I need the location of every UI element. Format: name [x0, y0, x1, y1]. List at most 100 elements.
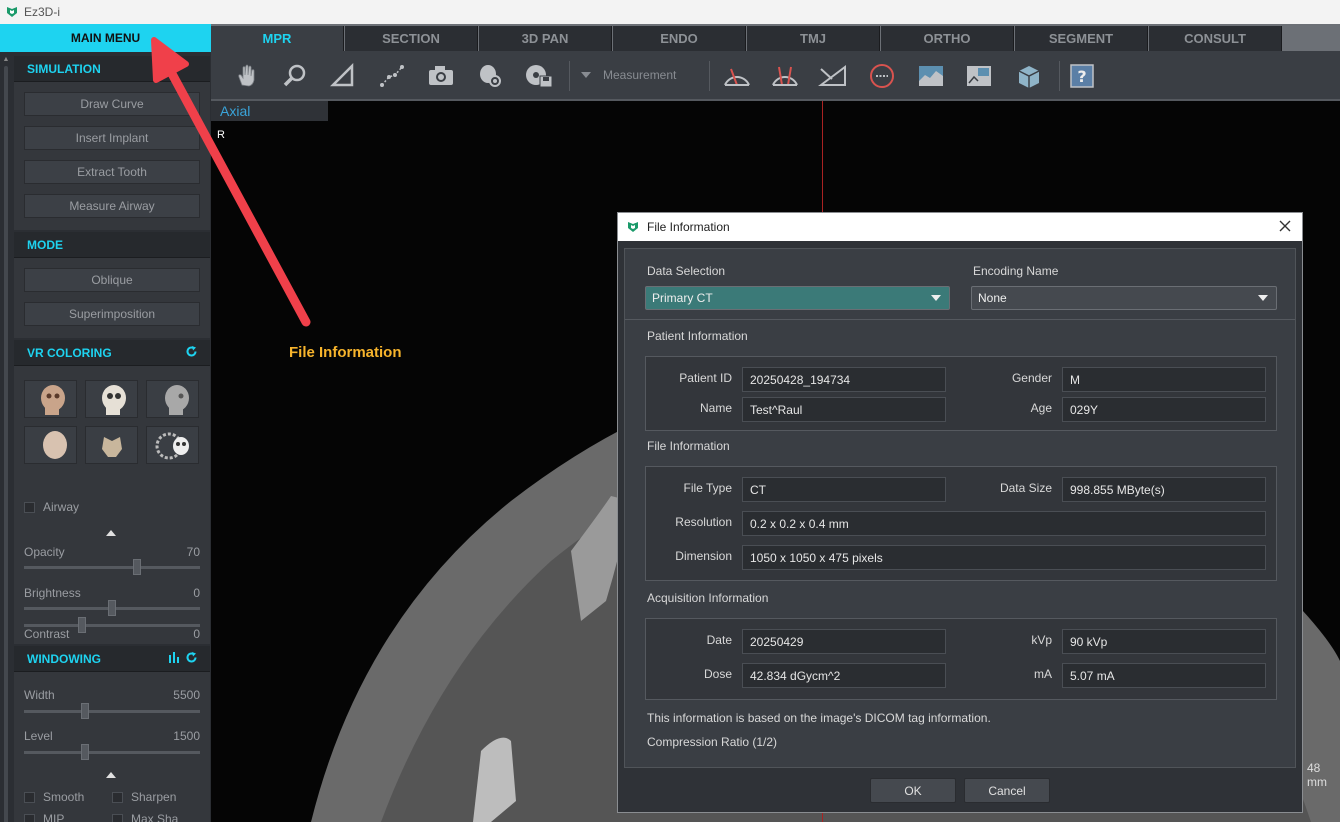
acquisition-information-group: Date 20250429 kVp 90 kVp Dose 42.834 dGy…	[645, 618, 1277, 700]
tab-section[interactable]: SECTION	[345, 26, 478, 51]
vr-coloring-section: Airway Opacity 70 Brightness 0 Contrast …	[14, 366, 210, 644]
window-title: Ez3D-i	[24, 5, 61, 19]
mip-checkbox[interactable]: MIP	[24, 812, 64, 822]
windowing-section: Width 5500 Level 1500 Smooth Sharpen MIP	[14, 672, 210, 822]
maxsha-checkbox[interactable]: Max Sha	[112, 812, 178, 822]
oblique-button[interactable]: Oblique	[24, 268, 200, 292]
cobb-angle-icon[interactable]	[817, 61, 849, 91]
dialog-title: File Information	[647, 220, 730, 234]
data-selection-dropdown[interactable]: Primary CT	[645, 286, 950, 310]
face-settings-icon[interactable]	[474, 61, 506, 91]
collapse-up-icon[interactable]	[106, 772, 116, 778]
pan-hand-icon[interactable]	[231, 61, 263, 91]
opacity-slider[interactable]	[24, 559, 200, 575]
contrast-slider[interactable]	[24, 617, 200, 633]
vr-coloring-header: VR COLORING	[14, 340, 210, 366]
image-overlay-icon[interactable]	[963, 61, 995, 91]
head-icon	[43, 431, 67, 459]
compression-ratio: Compression Ratio (1/2)	[647, 735, 778, 749]
tab-consult[interactable]: CONSULT	[1149, 26, 1282, 51]
data-selection-label: Data Selection	[647, 264, 726, 278]
cancel-button[interactable]: Cancel	[964, 778, 1050, 803]
airway-checkbox[interactable]: Airway	[24, 500, 79, 514]
profile-chart-icon[interactable]	[915, 61, 947, 91]
brightness-slider[interactable]	[24, 600, 200, 616]
measurement-label: Measurement	[603, 68, 677, 82]
scrollbar-thumb[interactable]	[4, 66, 8, 822]
save-disk-icon[interactable]	[523, 61, 555, 91]
scale-label: 48 mm	[1307, 761, 1327, 789]
curve-measure-icon[interactable]	[376, 61, 408, 91]
app-logo-icon	[628, 222, 638, 232]
zoom-magnifier-icon[interactable]	[279, 61, 311, 91]
width-slider[interactable]	[24, 703, 200, 719]
simulation-title: SIMULATION	[27, 61, 101, 76]
checkbox-box[interactable]	[24, 813, 35, 822]
smooth-checkbox[interactable]: Smooth	[24, 790, 84, 804]
mip-label: MIP	[43, 812, 65, 822]
3d-cube-icon[interactable]	[1013, 61, 1045, 91]
main-menu-button[interactable]: MAIN MENU	[0, 24, 211, 52]
double-angle-arc-icon[interactable]	[769, 61, 801, 91]
tab-endo[interactable]: ENDO	[613, 26, 746, 51]
level-slider[interactable]	[24, 744, 200, 760]
smooth-label: Smooth	[43, 790, 85, 804]
refresh-icon[interactable]	[185, 651, 198, 664]
extract-tooth-button[interactable]: Extract Tooth	[24, 160, 200, 184]
skull-icon	[41, 385, 65, 415]
vr-preset-tooth-thumbnail[interactable]	[85, 426, 138, 464]
opacity-label: Opacity	[24, 545, 65, 559]
insert-implant-button[interactable]: Insert Implant	[24, 126, 200, 150]
camera-capture-icon[interactable]	[425, 61, 457, 91]
width-slider-thumb[interactable]	[81, 703, 89, 719]
checkbox-box[interactable]	[112, 813, 123, 822]
dialog-titlebar[interactable]: File Information	[618, 213, 1302, 241]
vr-preset-face-thumbnail[interactable]	[24, 426, 77, 464]
patient-id-label: Patient ID	[679, 371, 732, 385]
vr-preset-gray-thumbnail[interactable]	[146, 380, 199, 418]
tab-tmj[interactable]: TMJ	[747, 26, 880, 51]
collapse-up-icon[interactable]	[106, 530, 116, 536]
svg-text:?: ?	[1077, 67, 1086, 86]
level-slider-thumb[interactable]	[81, 744, 89, 760]
brightness-slider-thumb[interactable]	[108, 600, 116, 616]
sharpen-checkbox[interactable]: Sharpen	[112, 790, 176, 804]
measure-airway-button[interactable]: Measure Airway	[24, 194, 200, 218]
refresh-icon[interactable]	[185, 345, 198, 358]
angle-ruler-icon[interactable]	[327, 61, 359, 91]
tab-mpr[interactable]: MPR	[211, 26, 344, 51]
opacity-slider-thumb[interactable]	[133, 559, 141, 575]
toolbar-separator	[1059, 61, 1060, 91]
left-panel-scrollbar[interactable]: ▲	[2, 56, 10, 822]
checkbox-box[interactable]	[24, 791, 35, 803]
data-size-label: Data Size	[999, 481, 1052, 495]
date-label: Date	[706, 633, 732, 647]
close-icon[interactable]	[1278, 219, 1292, 233]
superimposition-button[interactable]: Superimposition	[24, 302, 200, 326]
tab-ortho[interactable]: ORTHO	[881, 26, 1014, 51]
draw-curve-button[interactable]: Draw Curve	[24, 92, 200, 116]
tab-segment[interactable]: SEGMENT	[1015, 26, 1148, 51]
encoding-name-dropdown[interactable]: None	[971, 286, 1277, 310]
window-titlebar: Ez3D-i	[0, 0, 1340, 24]
checkbox-box[interactable]	[24, 501, 35, 513]
dose-field: 42.834 dGycm^2	[742, 663, 946, 688]
checkbox-box[interactable]	[112, 791, 123, 803]
histogram-icon[interactable]	[168, 651, 181, 664]
simulation-header: SIMULATION	[14, 56, 210, 82]
ellipse-roi-icon[interactable]	[866, 61, 898, 91]
measurement-dropdown[interactable]: Measurement	[581, 68, 676, 82]
tab-3d-pan[interactable]: 3D PAN	[479, 26, 612, 51]
vr-preset-skin-thumbnail[interactable]	[24, 380, 77, 418]
vr-preset-custom-thumbnail[interactable]	[146, 426, 199, 464]
vr-preset-bone-thumbnail[interactable]	[85, 380, 138, 418]
file-type-label: File Type	[683, 481, 732, 495]
file-type-field: CT	[742, 477, 946, 502]
contrast-slider-thumb[interactable]	[78, 617, 86, 633]
angle-arc-icon[interactable]	[721, 61, 753, 91]
ok-button[interactable]: OK	[870, 778, 956, 803]
opacity-row: Opacity 70	[24, 545, 200, 559]
gender-field: M	[1062, 367, 1266, 392]
help-icon[interactable]: ?	[1066, 61, 1098, 91]
scroll-up-icon[interactable]: ▲	[2, 56, 10, 64]
